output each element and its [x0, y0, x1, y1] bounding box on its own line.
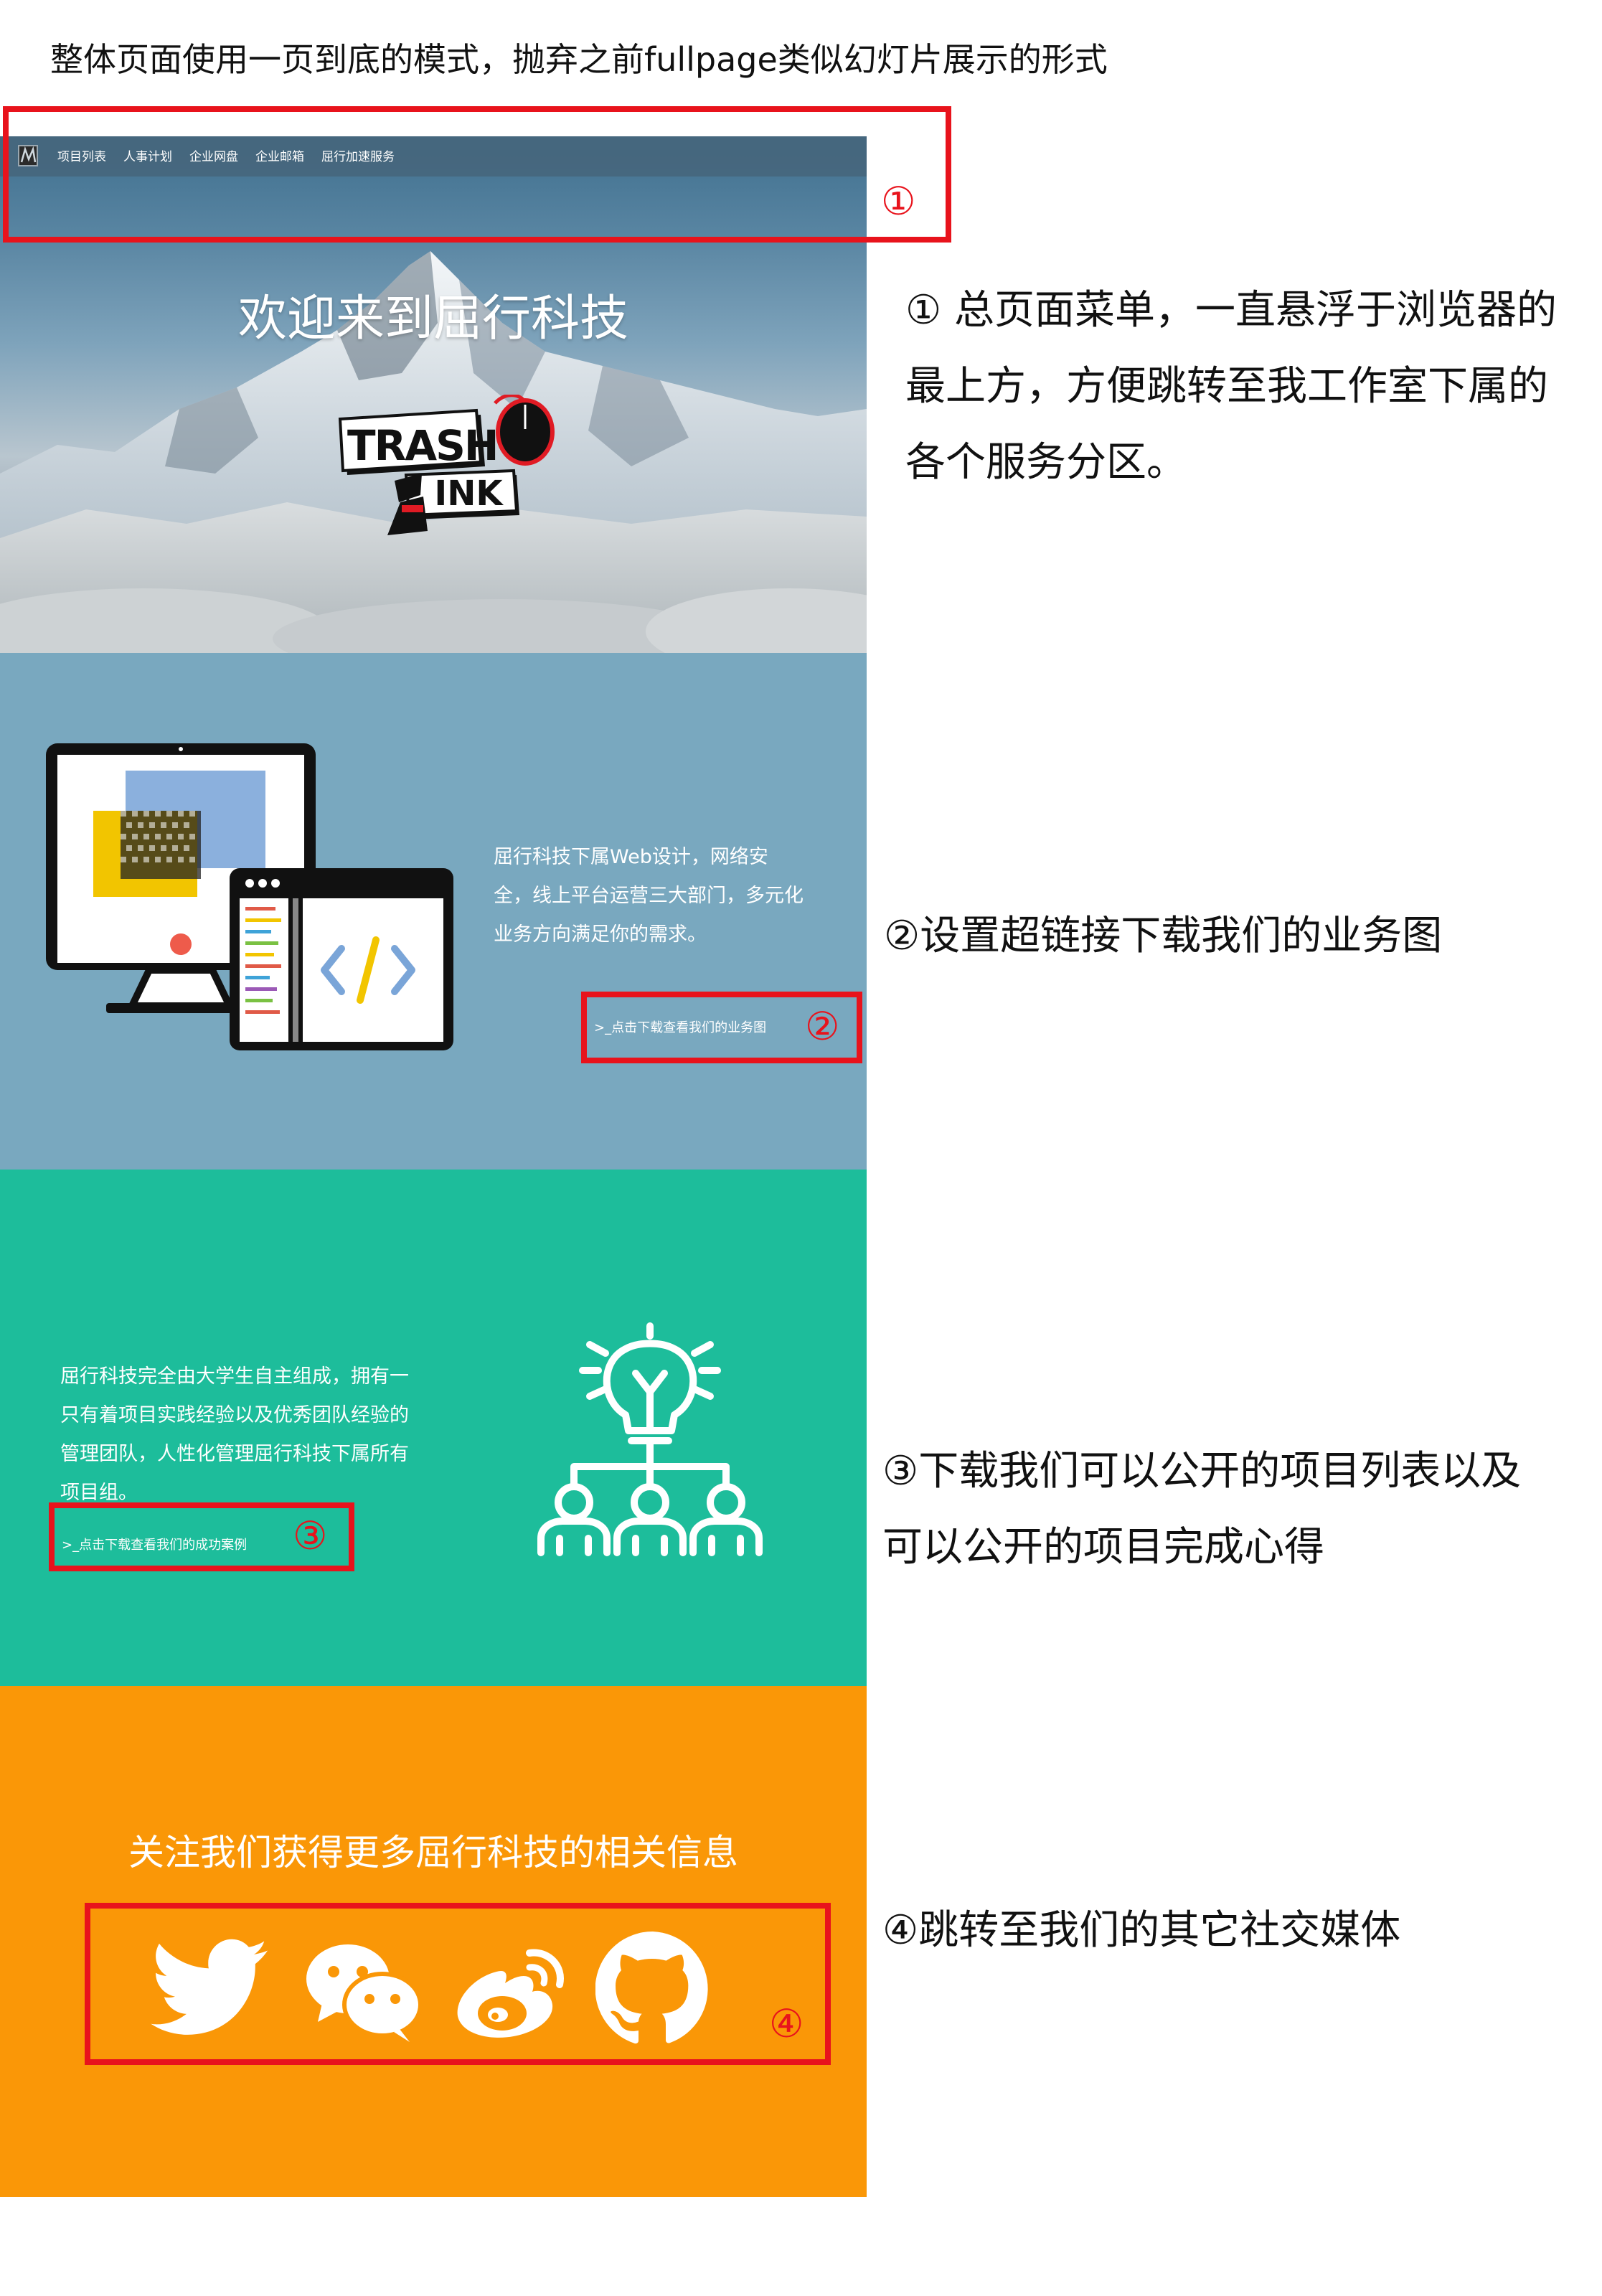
hero-title: 欢迎来到屈行科技: [237, 291, 628, 347]
marker-2: ②: [805, 1004, 840, 1049]
team-description: 屈行科技完全由大学生自主组成，拥有一只有着项目实践经验以及优秀团队经验的管理团队…: [60, 1365, 409, 1504]
logo-text-ink: INK: [434, 474, 503, 514]
header-note: 整体页面使用一页到底的模式，抛弃之前fullpage类似幻灯片展示的形式: [50, 40, 1108, 79]
annotation-note-3: ③下载我们可以公开的项目列表以及可以公开的项目完成心得: [882, 1448, 1522, 1571]
annotation-box-4: [85, 1903, 831, 2065]
annotation-note-2: ②设置超链接下载我们的业务图: [884, 913, 1443, 959]
business-description: 屈行科技下属Web设计，网络安全，线上平台运营三大部门，多元化业务方向满足你的需…: [494, 846, 804, 946]
business-section: 屈行科技下属Web设计，网络安全，线上平台运营三大部门，多元化业务方向满足你的需…: [0, 653, 867, 1170]
marker-4: ④: [769, 2001, 804, 2046]
website-mockup: 项目列表 人事计划 企业网盘 企业邮箱 屈行加速服务 欢迎来到屈行科技 TRAS…: [0, 136, 867, 2197]
marker-3: ③: [293, 1513, 328, 1558]
trash-ink-logo: TRASH INK: [337, 395, 567, 538]
annotation-note-1: ① 总页面菜单，一直悬浮于浏览器的最上方，方便跳转至我工作室下属的各个服务分区。: [905, 287, 1558, 486]
computer-code-illustration: [46, 743, 453, 1050]
team-idea-icon: [537, 1322, 763, 1556]
annotation-box-1: [3, 106, 951, 243]
social-follow-title: 关注我们获得更多屈行科技的相关信息: [128, 1832, 738, 1873]
marker-1: ①: [881, 179, 916, 224]
annotation-note-4: ④跳转至我们的其它社交媒体: [882, 1907, 1401, 1954]
logo-text-trash: TRASH: [347, 421, 499, 470]
team-section: 屈行科技完全由大学生自主组成，拥有一只有着项目实践经验以及优秀团队经验的管理团队…: [0, 1170, 867, 1686]
